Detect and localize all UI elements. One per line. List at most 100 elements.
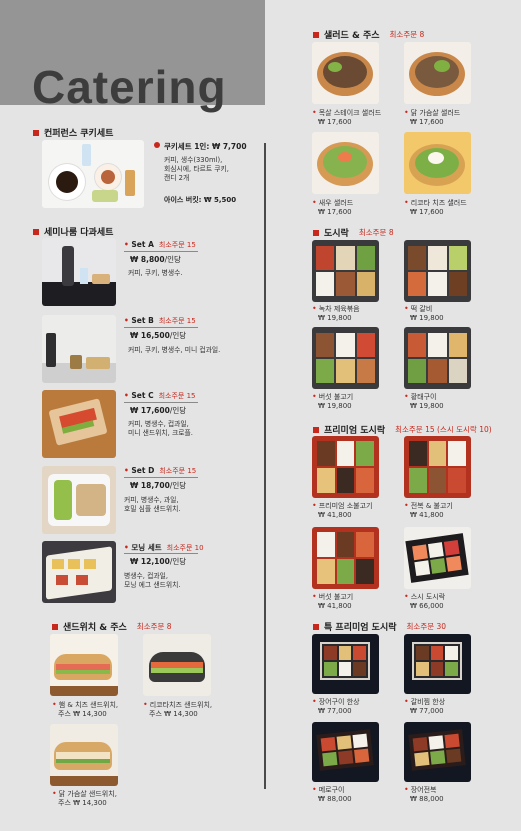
bulgogi-dosirak-photo — [312, 327, 379, 389]
section-premium-heading: 프리미엄 도시락 최소주문 15 (스시 도시락 10) — [313, 423, 492, 436]
section-bullet — [313, 31, 319, 38]
item-price: ₩ 41,800 — [410, 511, 444, 519]
desc-line: 커피, 쿠키, 병생수. — [128, 269, 183, 277]
jeyuk-dosirak-caption: • 녹차 제육볶음 ₩ 19,800 — [312, 304, 360, 322]
item-name: 햄 & 치즈 샌드위치, — [58, 701, 119, 709]
section-title: 샐러드 & 주스 — [324, 31, 380, 41]
item-price: ₩ 88,000 — [410, 795, 444, 803]
set-c-price: ₩ 17,600/인당 — [130, 405, 186, 416]
price-unit: /인당 — [169, 481, 187, 490]
min-order: 최소주문 8 — [389, 30, 425, 39]
tteokgalbi-dosirak-caption: • 떡 갈비 ₩ 19,800 — [404, 304, 444, 322]
set-a-title: • Set A 최소주문 15 — [124, 240, 196, 249]
item-price: ₩ 19,800 — [410, 402, 444, 410]
item-name: 리코타치즈 샌드위치, — [149, 701, 213, 709]
section-seminar-heading: 세미나룸 다과세트 — [33, 225, 113, 238]
section-title: 도시락 — [324, 229, 349, 239]
set-b-photo — [42, 315, 116, 383]
section-title: 세미나룸 다과세트 — [44, 228, 114, 238]
premium-bulgogi-caption: • 프리미엄 소불고기 ₩ 41,800 — [312, 501, 373, 519]
eel-abalone-set-photo — [404, 722, 471, 782]
price-unit: /인당 — [164, 255, 181, 264]
item-name: 프리미엄 소불고기 — [318, 502, 373, 510]
section-title: 특 프리미엄 도시락 — [324, 623, 397, 633]
ricotta-salad-caption: • 리코타 치즈 샐러드 ₩ 17,600 — [404, 198, 467, 216]
galbijjim-set-caption: • 갈비찜 한상 ₩ 77,000 — [404, 697, 446, 715]
mero-set-photo — [312, 722, 379, 782]
eel-set-photo — [312, 634, 379, 694]
section-special-heading: 특 프리미엄 도시락 최소주문 30 — [313, 620, 446, 633]
set-d-photo — [42, 466, 116, 534]
item-name: 버섯 불고기 — [318, 393, 354, 401]
item-name: 장어구이 한상 — [318, 698, 360, 706]
abalone-bulgogi-photo — [404, 436, 471, 498]
set-name: 모닝 세트 — [131, 543, 162, 552]
item-name: 리코타 치즈 샐러드 — [410, 199, 467, 207]
item-name: 버섯 불고기 — [318, 593, 354, 601]
section-dosirak-heading: 도시락 최소주문 8 — [313, 226, 394, 239]
set-name: Set C — [131, 391, 154, 400]
item-price: ₩ 66,000 — [410, 602, 444, 610]
min-order: 최소주문 30 — [406, 622, 447, 631]
set-name: Set A — [131, 240, 154, 249]
underline — [124, 402, 198, 403]
set-c-desc: 커피, 병생수, 컵과일, 미니 샌드위치, 크로플. — [128, 420, 193, 438]
set-d-title: • Set D 최소주문 15 — [124, 466, 197, 475]
item-name: 스시 도시락 — [410, 593, 446, 601]
desc-line: 모닝 에그 샌드위치. — [124, 581, 181, 589]
desc-line: 미니 샌드위치, 크로플. — [128, 429, 193, 437]
item-name: 목살 스테이크 샐러드 — [318, 109, 382, 117]
section-bullet — [52, 623, 58, 630]
steak-salad-photo — [312, 42, 379, 104]
underline — [124, 553, 198, 554]
set-c-title: • Set C 최소주문 15 — [124, 391, 196, 400]
set-a-price: ₩ 8,800/인당 — [130, 254, 181, 265]
set-a-desc: 커피, 쿠키, 병생수. — [128, 269, 183, 278]
item-price: ₩ 77,000 — [410, 707, 444, 715]
section-conference-heading: 컨퍼런스 쿠키세트 — [33, 126, 113, 139]
ice-bucket-price: 아이스 버킷: ₩ 5,500 — [164, 196, 237, 204]
underline — [124, 327, 198, 328]
section-bullet — [313, 426, 319, 433]
ham-cheese-sandwich-caption: • 햄 & 치즈 샌드위치, 주스 ₩ 14,300 — [52, 700, 119, 718]
morning-set-title: • 모닝 세트 최소주문 10 — [124, 543, 204, 552]
set-b-price: ₩ 16,500/인당 — [130, 330, 186, 341]
cookie-set-desc: 커피, 생수(330ml), 회심시에, 타르트 쿠키, 캔디 2개 — [164, 156, 229, 183]
min-order: 최소주문 15 — [159, 467, 197, 475]
sushi-dosirak-caption: • 스시 도시락 ₩ 66,000 — [404, 592, 446, 610]
item-name: 메로구이 — [318, 786, 345, 794]
item-price: ₩ 17,600 — [318, 208, 352, 216]
item-price: ₩ 19,800 — [410, 314, 444, 322]
premium-mushroom-bulgogi-caption: • 버섯 불고기 ₩ 41,800 — [312, 592, 354, 610]
desc-line: 커피, 쿠키, 병생수, 미니 컵과일. — [128, 346, 221, 354]
item-price: 주스 ₩ 14,300 — [58, 710, 107, 718]
item-name: 닭 가슴살 샐러드 — [410, 109, 461, 117]
item-price: ₩ 88,000 — [318, 795, 352, 803]
item-price: ₩ 41,800 — [318, 602, 352, 610]
price-value: ₩ 16,500 — [130, 331, 170, 340]
sushi-dosirak-photo — [404, 527, 471, 589]
set-d-desc: 커피, 병생수, 과일, 호밀 심플 샌드위치. — [124, 496, 181, 514]
section-title: 컨퍼런스 쿠키세트 — [44, 129, 114, 139]
price-value: ₩ 18,700 — [130, 481, 170, 490]
section-sandwich-heading: 샌드위치 & 주스 최소주문 8 — [52, 620, 172, 633]
chicken-sandwich-caption: • 닭 가슴살 샌드위치, 주스 ₩ 14,300 — [52, 789, 117, 807]
galbijjim-set-photo — [404, 634, 471, 694]
desc-line: 캔디 2개 — [164, 174, 190, 182]
item-name: 장어전복 — [410, 786, 437, 794]
premium-mushroom-bulgogi-photo — [312, 527, 379, 589]
desc-line: 커피, 생수(330ml), — [164, 156, 223, 164]
chicken-sandwich-photo — [50, 724, 118, 786]
item-price: 주스 ₩ 14,300 — [58, 799, 107, 807]
underline — [124, 477, 198, 478]
set-b-desc: 커피, 쿠키, 병생수, 미니 컵과일. — [128, 346, 220, 355]
min-order: 최소주문 8 — [136, 622, 172, 631]
ricotta-sandwich-photo — [143, 634, 211, 696]
price-value: ₩ 8,800 — [130, 255, 165, 264]
section-bullet — [33, 129, 39, 136]
section-bullet — [313, 623, 319, 630]
min-order: 최소주문 15 — [158, 392, 196, 400]
ham-cheese-sandwich-photo — [50, 634, 118, 696]
min-order: 최소주문 8 — [358, 228, 394, 237]
cookie-set-price: 쿠키세트 1인: ₩ 7,700 — [164, 142, 247, 151]
